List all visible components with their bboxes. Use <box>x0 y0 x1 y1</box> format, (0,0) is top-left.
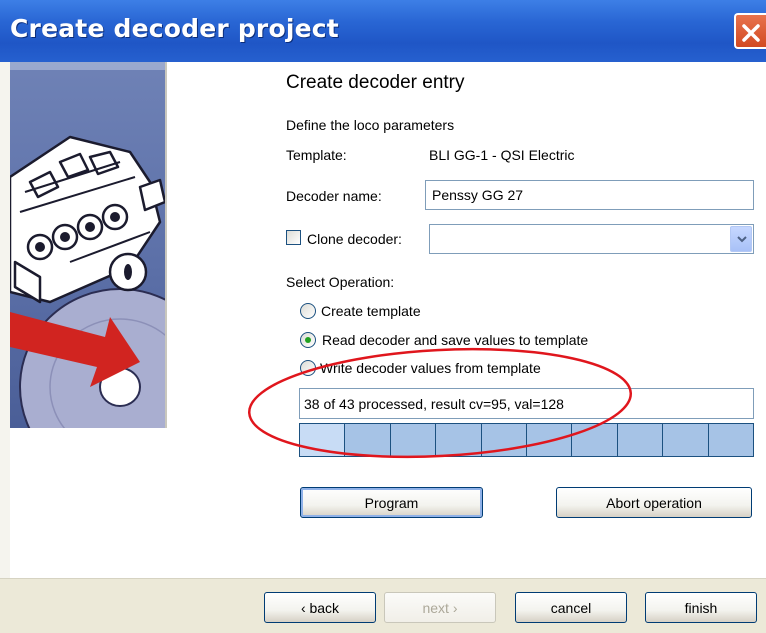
page-subtitle: Define the loco parameters <box>286 117 455 133</box>
template-label: Template: <box>286 147 347 163</box>
template-value: BLI GG-1 - QSI Electric <box>429 147 575 163</box>
radio-selected-dot <box>305 337 311 343</box>
clone-decoder-select[interactable] <box>429 224 754 254</box>
finish-button[interactable]: finish <box>645 592 757 623</box>
title-bar: Create decoder project <box>0 0 766 62</box>
clone-decoder-label: Clone decoder: <box>307 231 402 247</box>
locomotive-illustration <box>10 62 165 428</box>
decoder-name-label: Decoder name: <box>286 188 382 204</box>
program-button[interactable]: Program <box>300 487 483 518</box>
window-title: Create decoder project <box>10 14 339 43</box>
abort-operation-button[interactable]: Abort operation <box>556 487 752 518</box>
select-operation-label: Select Operation: <box>286 274 395 290</box>
progress-segment <box>708 424 754 456</box>
close-button[interactable] <box>734 13 766 49</box>
page-heading: Create decoder entry <box>286 72 465 93</box>
cancel-button[interactable]: cancel <box>515 592 627 623</box>
side-image-border <box>165 62 167 428</box>
left-strip <box>0 62 10 578</box>
chevron-down-icon <box>737 236 747 243</box>
radio-create-template[interactable] <box>300 303 316 319</box>
annotation-ellipse <box>247 347 633 459</box>
next-button[interactable]: next › <box>384 592 496 623</box>
back-button[interactable]: ‹ back <box>264 592 376 623</box>
radio-create-template-label: Create template <box>321 303 421 319</box>
dropdown-button[interactable] <box>730 226 752 252</box>
progress-segment <box>663 424 709 456</box>
close-icon <box>742 24 760 42</box>
decoder-name-input[interactable]: Penssy GG 27 <box>425 180 754 210</box>
wizard-side-image <box>10 62 165 428</box>
clone-decoder-checkbox[interactable] <box>286 230 301 245</box>
